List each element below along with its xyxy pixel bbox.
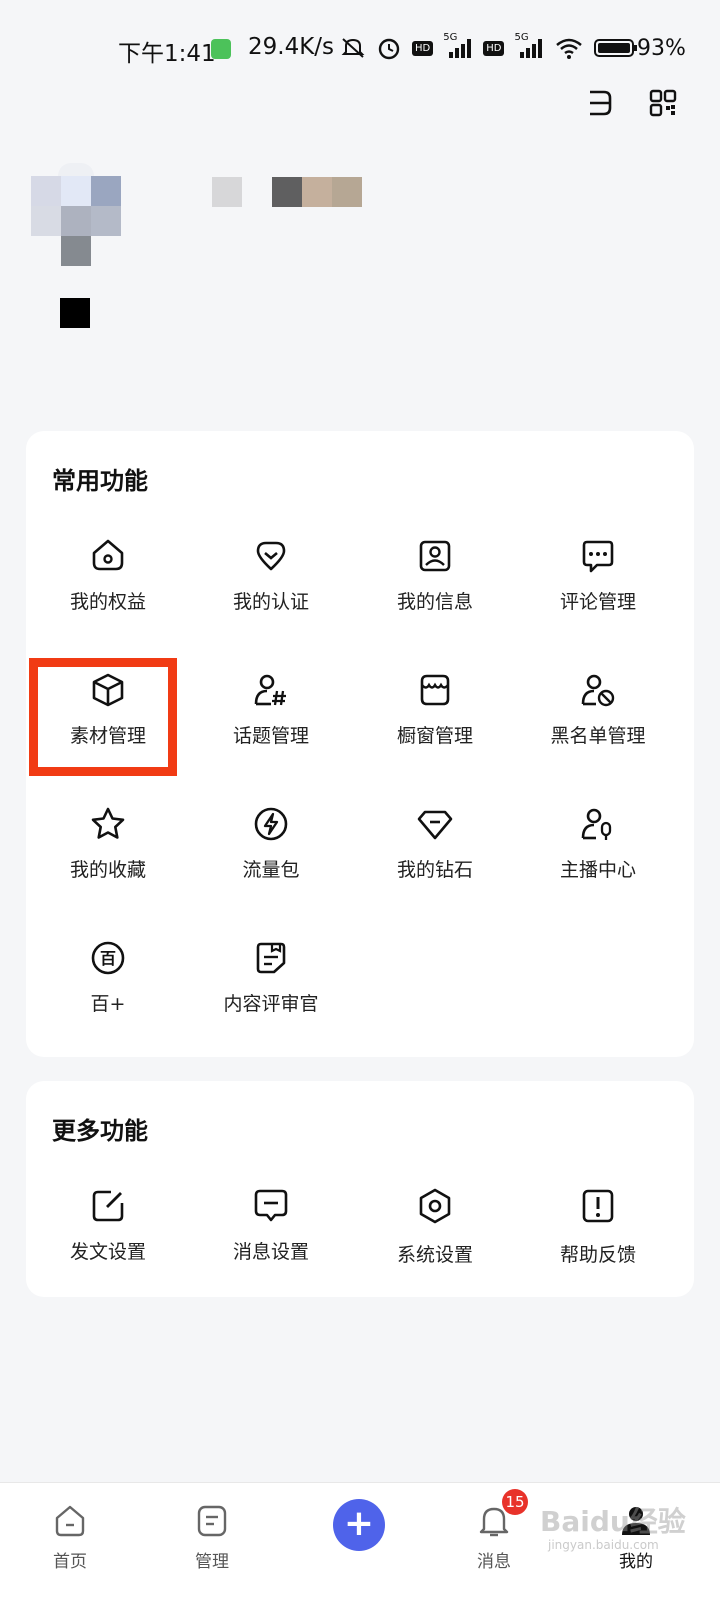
publish-plus-button[interactable]: + [333,1499,385,1551]
signal-5g-icon: 5G [514,32,544,60]
grid-item-anchor-center[interactable]: 主播中心 [515,805,681,882]
star-icon [91,807,125,839]
nav-home[interactable]: 首页 [20,1503,120,1572]
scan-icon[interactable] [584,88,614,118]
grid-item-label: 话题管理 [232,725,309,747]
grid-item-my-info[interactable]: 我的信息 [352,537,518,614]
badge-check-icon [256,541,286,571]
profile-card-icon [419,540,451,572]
hd-badge-icon: HD [483,40,505,56]
grid-item-comment-management[interactable]: 评论管理 [515,537,681,614]
signal-5g-label: 5G [514,32,529,43]
edit-icon [92,1190,124,1222]
grid-item-post-settings[interactable]: 发文设置 [25,1187,191,1264]
signal-5g-label: 5G [443,32,458,43]
nav-label: 管理 [195,1552,229,1572]
blurred-badge [60,298,90,328]
grid-item-label: 系统设置 [396,1244,473,1266]
home-icon [55,1505,85,1537]
bai-plus-icon: 百 [91,941,125,975]
nav-manage[interactable]: 管理 [162,1503,262,1572]
grid-item-my-favorites[interactable]: 我的收藏 [25,805,191,882]
exclamation-icon [582,1189,614,1223]
grid-item-data-pack[interactable]: 流量包 [188,805,354,882]
top-actions [584,88,678,118]
grid-item-message-settings[interactable]: 消息设置 [188,1187,354,1264]
grid-item-label: 帮助反馈 [559,1244,636,1266]
store-icon [420,674,450,706]
grid-item-help-feedback[interactable]: 帮助反馈 [515,1187,681,1267]
diamond-icon [417,810,453,840]
watermark: Baidu经验 [540,1505,686,1538]
alarm-icon [378,38,400,60]
grid-item-label: 流量包 [242,859,300,881]
status-bar: 下午1:41 29.4K/s HD 5G HD 5G 93% [0,0,720,100]
wifi-icon [556,38,583,59]
grid-item-content-reviewer[interactable]: 内容评审官 [188,939,354,1016]
lightning-icon [254,807,288,841]
grid-item-showcase-management[interactable]: 橱窗管理 [352,671,518,748]
grid-item-label: 我的权益 [69,591,146,613]
mute-icon [341,38,365,58]
grid-item-label: 我的收藏 [69,859,146,881]
comment-icon [582,540,614,573]
grid-item-my-certification[interactable]: 我的认证 [188,537,354,614]
grid-item-topic-management[interactable]: 话题管理 [188,671,354,748]
grid-item-label: 百+ [90,993,126,1015]
grid-item-label: 黑名单管理 [550,725,646,747]
grid-item-blacklist-management[interactable]: 黑名单管理 [515,671,681,748]
grid-item-label: 消息设置 [232,1241,309,1263]
watermark-sub: jingyan.baidu.com [548,1538,659,1552]
bai-icon-text: 百 [100,949,116,968]
user-block-icon [581,674,615,707]
nav-messages[interactable]: 消息 [444,1503,544,1572]
grid-item-my-diamonds[interactable]: 我的钻石 [352,805,518,882]
crown-icon [92,539,124,571]
nav-label: 消息 [477,1552,511,1572]
grid-item-label: 我的钻石 [396,859,473,881]
grid-item-label: 我的信息 [396,591,473,613]
review-doc-icon [256,942,286,974]
grid-item-my-rights[interactable]: 我的权益 [25,537,191,614]
grid-item-system-settings[interactable]: 系统设置 [352,1187,518,1267]
hexagon-settings-icon [419,1188,451,1224]
grid-item-label: 我的认证 [232,591,309,613]
nav-label: 首页 [53,1552,87,1572]
section-title: 常用功能 [52,467,148,495]
user-mic-icon [581,808,612,840]
message-icon [254,1189,288,1222]
grid-item-label: 评论管理 [559,591,636,613]
grid-item-label: 主播中心 [559,859,636,881]
section-title: 更多功能 [52,1117,148,1145]
signal-5g-icon: 5G [443,32,473,60]
manage-icon [197,1505,227,1537]
battery-percent: 93% [637,36,686,61]
qr-code-icon[interactable] [648,88,678,118]
user-hashtag-icon [254,674,286,706]
grid-item-label: 橱窗管理 [396,725,473,747]
grid-item-label: 发文设置 [69,1241,146,1263]
status-icons: HD 5G HD 5G [340,32,638,60]
hd-badge-icon: HD [412,40,434,56]
highlight-annotation-box [29,658,177,776]
grid-item-bai-plus[interactable]: 百 百+ [25,939,191,1016]
android-app-icon [211,39,231,59]
message-count-badge: 15 [502,1489,528,1515]
battery-icon [594,39,638,57]
grid-item-label: 内容评审官 [223,993,319,1015]
status-time: 下午1:41 [118,41,216,67]
network-speed: 29.4K/s [248,34,335,60]
